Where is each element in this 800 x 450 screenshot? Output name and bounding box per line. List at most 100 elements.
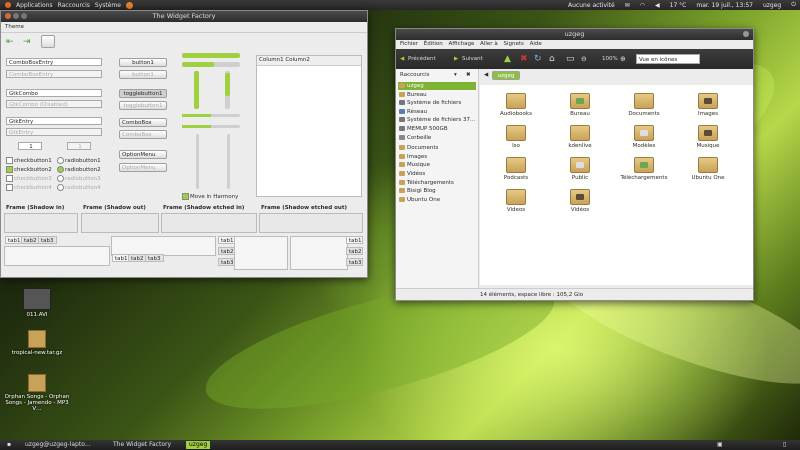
desktop-icon-archive[interactable]: tropical-new.tar.gz (2, 330, 72, 356)
tab-left-2[interactable]: tab2 (218, 247, 235, 255)
tab-right-1[interactable]: tab1 (346, 236, 363, 244)
sidebar-item[interactable]: MEMUP 500GB (398, 125, 476, 133)
button1[interactable]: button1 (119, 58, 167, 67)
file-item[interactable]: Ubuntu One (680, 157, 736, 181)
spinbutton[interactable]: 1 (18, 142, 42, 150)
menu-view[interactable]: Affichage (449, 41, 475, 47)
minimize-icon[interactable] (13, 13, 19, 19)
tab-bottom-2[interactable]: tab2 (128, 254, 147, 262)
togglebutton1[interactable]: togglebutton1 (119, 89, 167, 98)
sidebar-item[interactable]: Réseau (398, 108, 476, 116)
clock[interactable]: mar. 19 juil., 13:57 (696, 2, 753, 9)
file-item[interactable]: Public (552, 157, 608, 181)
firefox-icon[interactable] (125, 1, 133, 9)
sidebar-item[interactable]: Documents (398, 144, 476, 152)
sidebar-item[interactable]: Ubuntu One (398, 196, 476, 204)
sidebar-item[interactable]: Bureau (398, 91, 476, 99)
combobox[interactable]: ComboBox (119, 118, 167, 127)
chevron-down-icon[interactable]: ▾ (454, 72, 457, 78)
zoom-in-icon[interactable]: ⊕ (620, 55, 626, 63)
file-item[interactable]: Musique (680, 125, 736, 149)
sidebar-item[interactable]: Système de fichiers 37… (398, 116, 476, 124)
reload-icon[interactable]: ↻ (534, 54, 542, 64)
file-item[interactable]: Images (680, 93, 736, 117)
checkbutton2[interactable]: checkbutton2 (6, 166, 52, 173)
menu-places[interactable]: Raccourcis (58, 2, 90, 9)
maximize-icon[interactable] (21, 13, 27, 19)
file-manager-titlebar[interactable]: uzgeg (396, 29, 753, 40)
menu-applications[interactable]: Applications (16, 2, 53, 9)
stop-icon[interactable]: ✖ (520, 54, 528, 64)
menu-help[interactable]: Aide (530, 41, 542, 47)
vscale-1[interactable] (196, 134, 199, 189)
back-arrow-icon[interactable]: ⇤ (6, 37, 14, 47)
forward-arrow-icon[interactable]: ▶ (454, 56, 458, 62)
file-item[interactable]: Audiobooks (488, 93, 544, 117)
file-item[interactable]: Podcasts (488, 157, 544, 181)
file-item[interactable]: Téléchargements (616, 157, 672, 181)
desktop-icon-video[interactable]: 011.AVI (2, 288, 72, 318)
desktop-icon-music[interactable]: Orphan Songs - Orphan Songs - Jamendo - … (2, 374, 72, 412)
volume-icon[interactable]: ◀ (655, 2, 660, 9)
radiobutton2[interactable]: radiobutton2 (57, 166, 101, 173)
tab-top-2[interactable]: tab2 (21, 236, 40, 244)
file-item[interactable]: Documents (616, 93, 672, 117)
sidebar-item[interactable]: Téléchargements (398, 179, 476, 187)
forward-arrow-icon[interactable]: ⇥ (23, 37, 31, 47)
weather-temp[interactable]: 17 °C (670, 2, 687, 9)
menu-theme[interactable]: Theme (5, 24, 24, 30)
sidebar-item[interactable]: uzgeg (398, 82, 476, 90)
tab-right-2[interactable]: tab2 (346, 247, 363, 255)
computer-icon[interactable]: ▭ (566, 54, 575, 64)
menu-edit[interactable]: Édition (424, 41, 443, 47)
file-item[interactable]: kdenlive (552, 125, 608, 149)
task-file-manager[interactable]: uzgeg (186, 441, 211, 449)
forward-button[interactable]: Suivant (462, 56, 483, 62)
sidebar-item[interactable]: Vidéos (398, 170, 476, 178)
close-icon[interactable] (743, 31, 749, 37)
gtkentry[interactable]: GtkEntry (6, 117, 102, 125)
tree-view[interactable]: Column1 Column2 (256, 55, 362, 197)
back-button[interactable]: Précédent (408, 56, 436, 62)
zoom-out-icon[interactable]: ⊖ (581, 55, 587, 63)
hscale-1[interactable] (182, 114, 240, 117)
activity-status[interactable]: Aucune activité (568, 2, 615, 9)
path-left-arrow-icon[interactable]: ◀ (484, 72, 488, 78)
sidebar-item[interactable]: Musique (398, 161, 476, 169)
tab-left-3[interactable]: tab3 (218, 258, 235, 266)
comboboxentry[interactable]: ComboBoxEntry (6, 58, 102, 66)
sidebar-item[interactable]: Bisigi Blog (398, 187, 476, 195)
sidebar-item[interactable]: Images (398, 153, 476, 161)
menu-go[interactable]: Aller à (480, 41, 498, 47)
file-item[interactable]: Videos (488, 189, 544, 213)
sidebar-item[interactable]: Corbeille (398, 134, 476, 142)
file-item[interactable]: Vidéos (552, 189, 608, 213)
task-terminal[interactable]: uzgeg@uzgeg-lapto… (22, 441, 94, 449)
workspace-switcher-icon[interactable]: ▣ (714, 441, 726, 449)
tab-right-3[interactable]: tab3 (346, 258, 363, 266)
file-item[interactable]: Bureau (552, 93, 608, 117)
file-item[interactable]: Iso (488, 125, 544, 149)
column2-header[interactable]: Column2 (285, 57, 310, 63)
radiobutton1[interactable]: radiobutton1 (57, 157, 101, 164)
move-in-harmony-check[interactable]: Move in Harmony (182, 193, 238, 200)
network-icon[interactable]: ◠ (640, 2, 645, 9)
home-icon[interactable]: ⌂ (549, 54, 555, 64)
sidebar-item[interactable]: Système de fichiers (398, 99, 476, 107)
close-icon[interactable] (5, 13, 11, 19)
back-arrow-icon[interactable]: ◀ (400, 56, 404, 62)
checkbutton1[interactable]: checkbutton1 (6, 157, 52, 164)
menu-bookmarks[interactable]: Signets (503, 41, 523, 47)
menu-file[interactable]: Fichier (400, 41, 418, 47)
optionmenu[interactable]: OptionMenu (119, 150, 167, 159)
trash-icon[interactable]: ▯ (780, 441, 789, 449)
ubuntu-logo-icon[interactable] (5, 2, 11, 8)
file-item[interactable]: Modèles (616, 125, 672, 149)
up-icon[interactable]: ▲ (504, 54, 511, 64)
user-menu[interactable]: uzgeg (763, 2, 781, 9)
path-button-home[interactable]: uzgeg (492, 71, 520, 80)
tab-left-1[interactable]: tab1 (218, 236, 235, 244)
show-desktop-icon[interactable]: ▪ (4, 441, 14, 449)
column1-header[interactable]: Column1 (259, 57, 284, 63)
gtkcombo[interactable]: GtkCombo (6, 89, 102, 97)
